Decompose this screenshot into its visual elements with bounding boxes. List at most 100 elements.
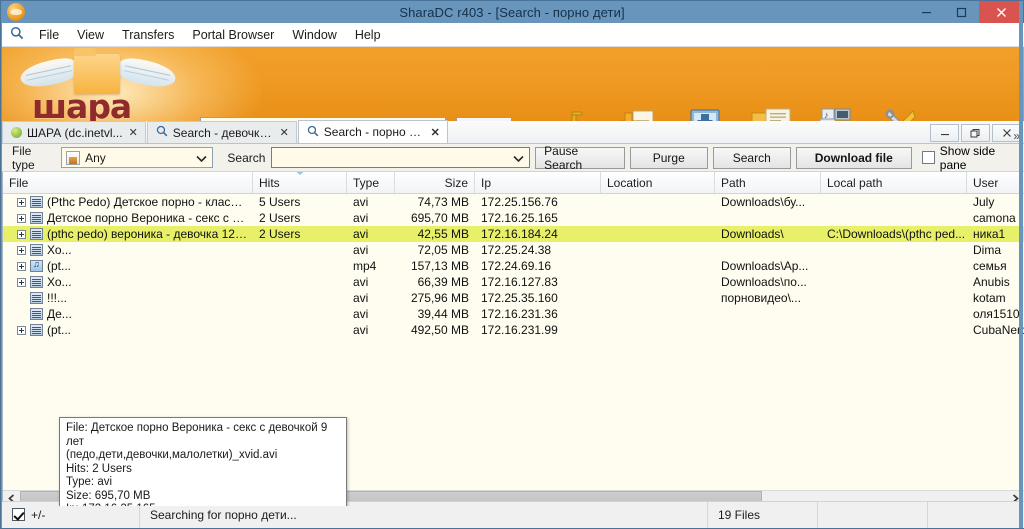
cell-type: mp4 xyxy=(347,259,395,273)
file-type-select[interactable]: Any xyxy=(61,147,213,168)
app-logo: шара xyxy=(12,49,202,121)
search-input[interactable] xyxy=(271,147,530,168)
toolbar-item-settings[interactable]: настройки xyxy=(870,101,936,121)
file-details-tooltip: File: Детское порно Вероника - секс с де… xyxy=(59,417,347,506)
column-header-location[interactable]: Location xyxy=(601,172,715,193)
menu-item-window[interactable]: Window xyxy=(283,25,345,45)
tab-label: ШАРА (dc.inetvl... xyxy=(27,126,123,140)
show-side-pane-toggle[interactable]: Show side pane xyxy=(922,144,1020,172)
close-button[interactable] xyxy=(979,1,1023,23)
search-results-table: File Hits Type Size Ip Location Path Loc… xyxy=(2,172,1024,506)
chevron-down-icon[interactable] xyxy=(196,151,207,165)
table-row[interactable]: !!!...avi275,96 MB172.25.35.160порновиде… xyxy=(3,290,1024,306)
table-row[interactable]: (pt...avi492,50 MB172.16.231.99CubaNeroШ… xyxy=(3,322,1024,338)
expand-toggle-icon[interactable] xyxy=(17,278,26,287)
menu-item-view[interactable]: View xyxy=(68,25,113,45)
tab-close-icon[interactable]: ✕ xyxy=(430,126,441,139)
toolbar-item-chat[interactable]: общение xyxy=(738,101,804,121)
cell-hits: 5 Users xyxy=(253,195,347,209)
tab-search-porno-deti[interactable]: Search - порно дети ✕ xyxy=(298,120,448,143)
window-frame: SharaDC r403 - [Search - порно дети] xyxy=(0,0,1024,529)
tab-search-devochka[interactable]: Search - девочка... ✕ xyxy=(147,121,297,143)
table-row[interactable]: (Pthc Pedo) Детское порно - классик...5 … xyxy=(3,194,1024,210)
cell-type: avi xyxy=(347,323,395,337)
tab-close-icon[interactable]: ✕ xyxy=(128,126,139,139)
pause-search-button[interactable]: Pause Search xyxy=(535,147,625,169)
expand-toggle-icon[interactable] xyxy=(17,262,26,271)
menu-item-portal-browser[interactable]: Portal Browser xyxy=(183,25,283,45)
column-header-type[interactable]: Type xyxy=(347,172,395,193)
expand-toggle-icon[interactable] xyxy=(17,214,26,223)
add-folder-icon: ♪ xyxy=(816,101,858,121)
cell-path: Downloads\ xyxy=(715,227,821,241)
cell-user: Dima xyxy=(967,243,1024,257)
column-header-hits[interactable]: Hits xyxy=(253,172,347,193)
search-icon[interactable] xyxy=(10,26,24,43)
expand-toggle-icon[interactable] xyxy=(17,230,26,239)
tooltip-line: (педо,дети,девочки,малолетки)_xvid.avi xyxy=(66,449,340,463)
column-header-path[interactable]: Path xyxy=(715,172,821,193)
search-button[interactable]: Search xyxy=(713,147,791,169)
cell-user: Anubis xyxy=(967,275,1024,289)
file-type-icon xyxy=(66,151,80,165)
expand-collapse-checkbox[interactable] xyxy=(12,508,25,521)
video-file-icon xyxy=(30,292,43,304)
download-file-button[interactable]: Download file xyxy=(796,147,912,169)
column-header-user[interactable]: User xyxy=(967,172,1024,193)
cell-type: avi xyxy=(347,195,395,209)
cell-ip: 172.25.24.38 xyxy=(475,243,601,257)
tab-hub-shara[interactable]: ШАРА (dc.inetvl... ✕ xyxy=(2,121,146,143)
table-row[interactable]: Де...avi39,44 MB172.16.231.36оля1510ШАРА xyxy=(3,306,1024,322)
cell-path: Downloads\по... xyxy=(715,275,821,289)
cell-path: Downloads\Ap... xyxy=(715,259,821,273)
column-header-size[interactable]: Size xyxy=(395,172,475,193)
cell-ip: 172.25.156.76 xyxy=(475,195,601,209)
table-row[interactable]: Хо...avi72,05 MB172.25.24.38DimaШАРА xyxy=(3,242,1024,258)
file-name: !!!... xyxy=(47,291,67,305)
expand-toggle-icon[interactable] xyxy=(17,326,26,335)
menu-item-help[interactable]: Help xyxy=(346,25,390,45)
menu-item-file[interactable]: File xyxy=(30,25,68,45)
expand-toggle-icon[interactable] xyxy=(17,198,26,207)
chat-bubbles-icon xyxy=(750,101,792,121)
purge-button[interactable]: Purge xyxy=(630,147,708,169)
video-file-icon xyxy=(30,308,43,320)
table-header-row: File Hits Type Size Ip Location Path Loc… xyxy=(3,172,1024,194)
table-row[interactable]: Детское порно Вероника - секс с де...2 U… xyxy=(3,210,1024,226)
table-row[interactable]: Хо...avi66,39 MB172.16.127.83Downloads\п… xyxy=(3,274,1024,290)
table-row[interactable]: (pt...mp4157,13 MB172.24.69.16Downloads\… xyxy=(3,258,1024,274)
toolbar-icons: портал очередь xyxy=(540,101,936,121)
child-restore-button[interactable] xyxy=(961,124,990,142)
menu-item-transfers[interactable]: Transfers xyxy=(113,25,183,45)
tooltip-line: File: Детское порно Вероника - секс с де… xyxy=(66,422,340,449)
toolbar-item-portal[interactable]: портал xyxy=(540,101,606,121)
status-extra-2 xyxy=(928,502,1024,528)
tab-close-icon[interactable]: ✕ xyxy=(279,126,290,139)
maximize-button[interactable] xyxy=(944,1,979,23)
minimize-button[interactable] xyxy=(909,1,944,23)
file-name: Хо... xyxy=(47,275,72,289)
column-header-local-path[interactable]: Local path xyxy=(821,172,967,193)
chevron-down-icon[interactable] xyxy=(513,151,524,165)
file-name: Хо... xyxy=(47,243,72,257)
child-window-controls xyxy=(930,123,1024,142)
window-controls xyxy=(909,1,1023,23)
cell-hits: 2 Users xyxy=(253,227,347,241)
show-side-pane-checkbox[interactable] xyxy=(922,151,935,164)
child-minimize-button[interactable] xyxy=(930,124,959,142)
cell-ip: 172.24.69.16 xyxy=(475,259,601,273)
cell-file: !!!... xyxy=(3,291,253,305)
expand-toggle-icon[interactable] xyxy=(17,246,26,255)
menu-bar: File View Transfers Portal Browser Windo… xyxy=(2,23,1024,47)
toolbar-item-add[interactable]: ♪ добавить xyxy=(804,101,870,121)
cell-hits: 2 Users xyxy=(253,211,347,225)
wing-right-icon xyxy=(116,55,178,91)
table-row[interactable]: (pthc pedo) вероника - девочка 12 лет2 U… xyxy=(3,226,1024,242)
cell-type: avi xyxy=(347,275,395,289)
toolbar-item-finished[interactable]: готовые xyxy=(672,101,738,121)
toolbar-item-queue[interactable]: очередь xyxy=(606,101,672,121)
column-header-ip[interactable]: Ip xyxy=(475,172,601,193)
cell-file: (Pthc Pedo) Детское порно - классик... xyxy=(3,195,253,209)
cell-ip: 172.16.231.99 xyxy=(475,323,601,337)
column-header-file[interactable]: File xyxy=(3,172,253,193)
